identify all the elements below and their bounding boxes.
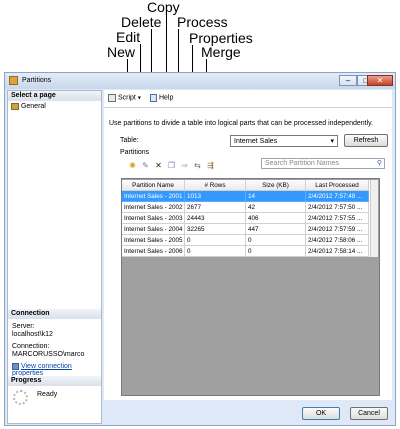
cell-size: 14 bbox=[246, 191, 306, 202]
help-label: Help bbox=[158, 94, 174, 102]
cell-rows: 2677 bbox=[185, 202, 246, 213]
merge-partition-icon[interactable]: ⇶ bbox=[206, 161, 215, 170]
table-row[interactable]: Internet Sales - 2004 32265 447 2/4/2012 7:… bbox=[122, 224, 377, 235]
connection-header: Connection bbox=[8, 309, 101, 319]
script-icon bbox=[108, 94, 116, 102]
select-page-header: Select a page bbox=[8, 91, 101, 101]
progress-status: Ready bbox=[37, 391, 58, 398]
cell-last-processed: 2/4/2012 7:58:06 ... bbox=[306, 235, 369, 246]
table-row[interactable]: Internet Sales - 2006 0 0 2/4/2012 7:58:14 … bbox=[122, 246, 377, 257]
table-row[interactable]: Internet Sales - 2005 0 0 2/4/2012 7:58:06 … bbox=[122, 235, 377, 246]
cell-rows: 24443 bbox=[185, 213, 246, 224]
cell-partition-name: Internet Sales - 2006 bbox=[122, 246, 185, 257]
grid-vertical-scrollbar[interactable] bbox=[370, 180, 378, 257]
page-item-general[interactable]: General bbox=[11, 103, 46, 112]
callout-new: New bbox=[107, 44, 136, 60]
table-label: Table: bbox=[120, 137, 139, 144]
edit-partition-icon[interactable]: ✎ bbox=[141, 161, 150, 170]
callout-edit: Edit bbox=[116, 29, 141, 45]
search-icon[interactable]: ⚲ bbox=[377, 159, 382, 167]
new-partition-icon[interactable]: ✺ bbox=[128, 161, 137, 170]
script-dropdown-icon[interactable]: ▾ bbox=[138, 96, 141, 102]
close-button[interactable]: ✕ bbox=[367, 75, 393, 86]
cell-rows: 0 bbox=[185, 235, 246, 246]
partitions-grid[interactable]: Partition Name # Rows Size (KB) Last Pro… bbox=[121, 178, 380, 396]
cell-last-processed: 2/4/2012 7:57:50 ... bbox=[306, 202, 369, 213]
minimize-button[interactable]: – bbox=[339, 75, 357, 86]
column-header-last-processed[interactable]: Last Processed bbox=[306, 180, 369, 191]
cell-partition-name: Internet Sales - 2005 bbox=[122, 235, 185, 246]
delete-partition-icon[interactable]: ✕ bbox=[154, 161, 163, 170]
connection-properties-icon bbox=[12, 363, 19, 370]
cell-size: 0 bbox=[246, 235, 306, 246]
process-partition-icon[interactable]: ⇒ bbox=[180, 161, 189, 170]
refresh-button[interactable]: Refresh bbox=[344, 134, 388, 147]
page-label-general: General bbox=[20, 103, 46, 110]
cell-last-processed: 2/4/2012 7:57:55 ... bbox=[306, 213, 369, 224]
table-row[interactable]: Internet Sales - 2001 1013 14 2/4/2012 7:57… bbox=[122, 191, 377, 202]
help-icon bbox=[150, 94, 157, 102]
ok-button[interactable]: OK bbox=[302, 407, 340, 420]
table-select-value: Internet Sales bbox=[234, 138, 278, 145]
cell-size: 0 bbox=[246, 246, 306, 257]
copy-partition-icon[interactable]: ❐ bbox=[167, 161, 176, 170]
partitions-app-icon bbox=[9, 76, 18, 85]
cell-rows: 0 bbox=[185, 246, 246, 257]
search-partitions-input[interactable]: Search Partition Names ⚲ bbox=[261, 158, 385, 169]
cancel-button[interactable]: Cancel bbox=[350, 407, 388, 420]
partitions-label: Partitions bbox=[120, 149, 150, 156]
cell-size: 406 bbox=[246, 213, 306, 224]
callout-copy: Copy bbox=[147, 0, 180, 15]
cell-last-processed: 2/4/2012 7:57:48 ... bbox=[306, 191, 369, 202]
partition-toolbar: ✺ ✎ ✕ ❐ ⇒ ⇆ ⇶ bbox=[128, 161, 218, 171]
callout-delete: Delete bbox=[121, 14, 162, 30]
cell-size: 42 bbox=[246, 202, 306, 213]
cell-partition-name: Internet Sales - 2002 bbox=[122, 202, 185, 213]
left-pane: Select a page General Connection Server:… bbox=[7, 90, 102, 424]
column-header-size[interactable]: Size (KB) bbox=[246, 180, 306, 191]
properties-partition-icon[interactable]: ⇆ bbox=[193, 161, 202, 170]
connection-value: MARCORUSSO\marco bbox=[12, 351, 85, 358]
table-row[interactable]: Internet Sales - 2002 2677 42 2/4/2012 7:57… bbox=[122, 202, 377, 213]
connection-label: Connection: bbox=[12, 343, 50, 350]
chevron-down-icon: ▾ bbox=[330, 138, 334, 145]
page-icon bbox=[11, 103, 19, 110]
column-header-rows[interactable]: # Rows bbox=[185, 180, 246, 191]
cell-partition-name: Internet Sales - 2003 bbox=[122, 213, 185, 224]
cell-last-processed: 2/4/2012 7:58:14 ... bbox=[306, 246, 369, 257]
server-value: localhost\k12 bbox=[12, 331, 53, 338]
table-select[interactable]: Internet Sales ▾ bbox=[230, 135, 338, 147]
grid-header-row: Partition Name # Rows Size (KB) Last Pro… bbox=[122, 180, 377, 191]
cell-rows: 1013 bbox=[185, 191, 246, 202]
description-text: Use partitions to divide a table into lo… bbox=[109, 120, 374, 127]
cell-rows: 32265 bbox=[185, 224, 246, 235]
callout-merge: Merge bbox=[201, 44, 241, 60]
toolbar-divider bbox=[104, 107, 392, 108]
callout-process: Process bbox=[177, 14, 228, 30]
progress-spinner-icon bbox=[13, 390, 28, 405]
server-label: Server: bbox=[12, 323, 35, 330]
cell-last-processed: 2/4/2012 7:57:59 ... bbox=[306, 224, 369, 235]
script-label: Script bbox=[117, 94, 136, 102]
progress-header: Progress bbox=[8, 376, 101, 386]
callout-properties: Properties bbox=[189, 30, 253, 46]
cell-size: 447 bbox=[246, 224, 306, 235]
help-button[interactable]: Help bbox=[150, 94, 173, 104]
window-title: Partitions bbox=[22, 77, 52, 84]
cell-partition-name: Internet Sales - 2004 bbox=[122, 224, 185, 235]
script-button[interactable]: Script ▾ bbox=[108, 94, 141, 104]
column-header-partition-name[interactable]: Partition Name bbox=[122, 180, 185, 191]
search-placeholder: Search Partition Names bbox=[265, 160, 339, 167]
cell-partition-name: Internet Sales - 2001 bbox=[122, 191, 185, 202]
title-bar[interactable]: Partitions – □ ✕ bbox=[5, 73, 395, 89]
table-row[interactable]: Internet Sales - 2003 24443 406 2/4/2012 7:… bbox=[122, 213, 377, 224]
